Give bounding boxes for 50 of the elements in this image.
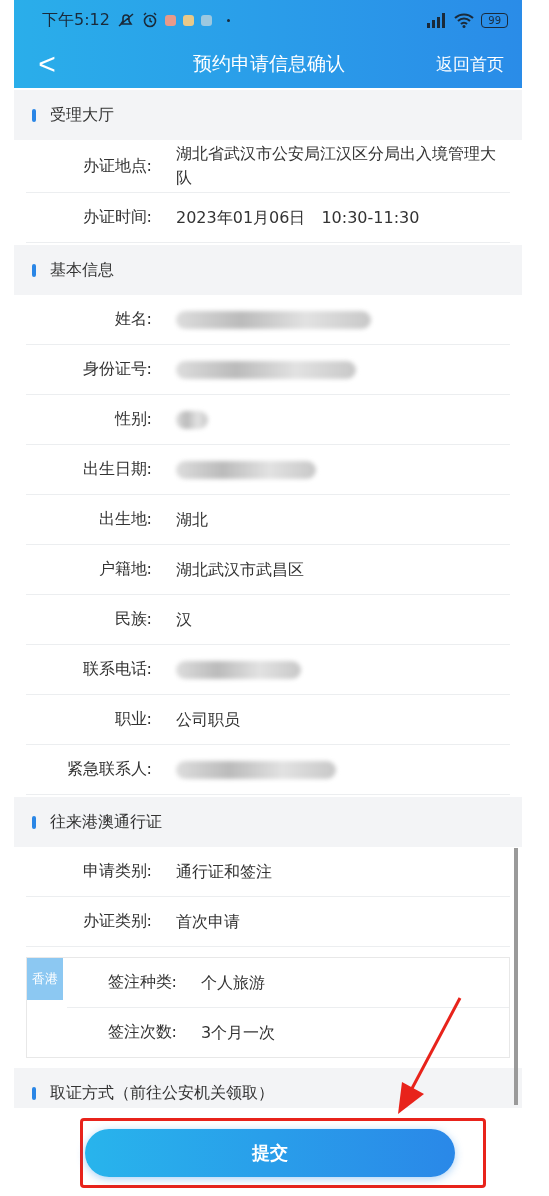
- field-label: 紧急联系人:: [65, 759, 152, 780]
- app-icon: [164, 14, 176, 26]
- marker-icon: [32, 263, 36, 277]
- field-label: 职业:: [113, 709, 152, 730]
- app-icon: [182, 14, 194, 26]
- field-value: 公司职员: [176, 708, 240, 731]
- field-label: 办证类别:: [81, 911, 152, 932]
- section-title: 往来港澳通行证: [50, 811, 162, 833]
- marker-icon: [32, 108, 36, 122]
- dot-icon: [226, 18, 230, 22]
- signal-icon: [425, 12, 448, 28]
- field-value: 首次申请: [176, 910, 240, 933]
- field-label: 申请类别:: [81, 861, 152, 882]
- field-label: 民族:: [113, 609, 152, 630]
- field-label: 签注次数:: [106, 1022, 177, 1043]
- field-value: 湖北省武汉市公安局江汉区分局出入境管理大队: [176, 143, 497, 189]
- marker-icon: [32, 1086, 36, 1100]
- submit-button[interactable]: 提交: [85, 1129, 455, 1177]
- section-title: 基本信息: [50, 259, 114, 281]
- field-value: 汉: [176, 608, 192, 631]
- field-value: 2023年01月06日 10:30-11:30: [176, 206, 420, 229]
- field-label: 签注种类:: [106, 972, 177, 993]
- page-title: 预约申请信息确认: [192, 51, 346, 76]
- region-tag: 香港: [27, 958, 63, 1000]
- mute-icon: [116, 12, 135, 28]
- field-label: 姓名:: [113, 309, 152, 330]
- home-link[interactable]: 返回首页: [436, 52, 504, 76]
- field-label: 联系电话:: [81, 659, 152, 680]
- section-title: 受理大厅: [50, 104, 114, 126]
- redacted-value: [176, 410, 208, 429]
- field-label: 出生地:: [97, 509, 152, 530]
- field-value: 个人旅游: [201, 971, 265, 994]
- field-label: 出生日期:: [81, 459, 152, 480]
- back-button[interactable]: <: [32, 47, 62, 81]
- field-label: 办证时间:: [81, 207, 152, 228]
- section-title: 取证方式（前往公安机关领取）: [50, 1082, 274, 1104]
- field-value: 湖北武汉市武昌区: [176, 558, 304, 581]
- field-label: 户籍地:: [97, 559, 152, 580]
- field-value: 3个月一次: [201, 1021, 276, 1044]
- wifi-icon: [454, 12, 475, 28]
- field-value: 通行证和签注: [176, 860, 272, 883]
- field-label: 办证地点:: [81, 155, 152, 177]
- field-label: 身份证号:: [81, 359, 152, 380]
- status-time: 下午5:12: [42, 9, 110, 31]
- marker-icon: [32, 815, 36, 829]
- field-value: 湖北: [176, 508, 208, 531]
- field-label: 性别:: [113, 409, 152, 430]
- battery-icon: 99: [481, 12, 508, 28]
- app-icon: [200, 14, 212, 26]
- alarm-icon: [141, 12, 158, 28]
